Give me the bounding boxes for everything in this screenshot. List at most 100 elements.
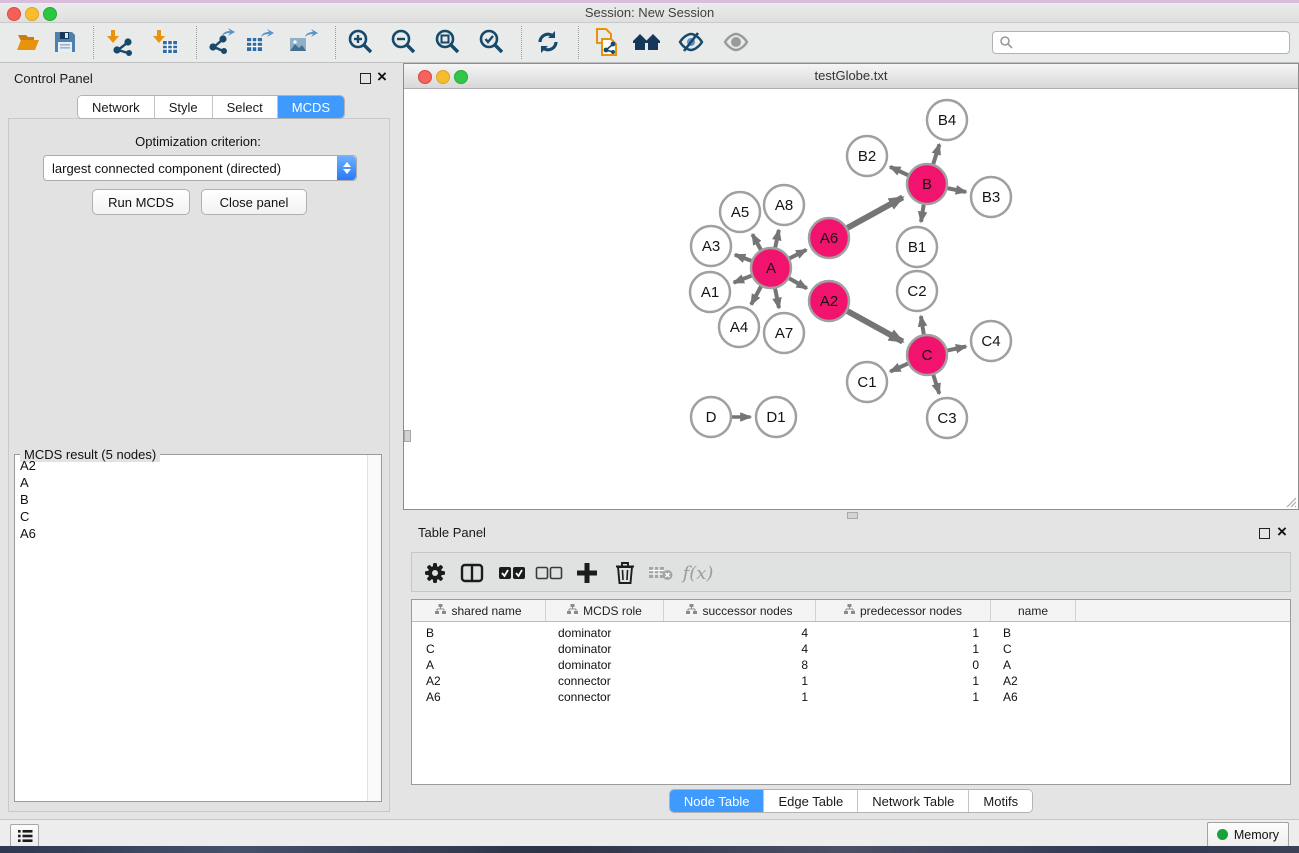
graph-node-A1[interactable]: A1 <box>690 272 730 312</box>
graph-node-A5[interactable]: A5 <box>720 192 760 232</box>
table-cell[interactable]: 0 <box>816 658 991 672</box>
zoom-out-icon[interactable] <box>389 27 419 57</box>
table-cell[interactable]: dominator <box>546 626 664 640</box>
resize-grip-icon[interactable] <box>1284 495 1297 508</box>
export-table-icon[interactable] <box>245 27 275 57</box>
tab-network[interactable]: Network <box>78 96 155 118</box>
network-file-icon[interactable] <box>592 27 622 57</box>
eye-icon[interactable] <box>721 27 751 57</box>
graph-node-C3[interactable]: C3 <box>927 398 967 438</box>
close-panel-icon[interactable]: × <box>377 71 387 83</box>
table-cell[interactable]: A6 <box>991 690 1076 704</box>
table-cell[interactable]: connector <box>546 674 664 688</box>
function-icon[interactable]: f(x) <box>678 558 718 588</box>
table-cell[interactable]: C <box>991 642 1076 656</box>
graph-node-B3[interactable]: B3 <box>971 177 1011 217</box>
tab-select[interactable]: Select <box>213 96 278 118</box>
table-cell[interactable]: 8 <box>664 658 816 672</box>
graph-node-B1[interactable]: B1 <box>897 227 937 267</box>
column-header-shared-name[interactable]: shared name <box>412 600 546 621</box>
export-image-icon[interactable] <box>288 27 318 57</box>
zoom-in-icon[interactable] <box>346 27 376 57</box>
close-table-panel-icon[interactable]: × <box>1277 526 1287 538</box>
table-cell[interactable]: 1 <box>816 642 991 656</box>
run-mcds-button[interactable]: Run MCDS <box>92 189 190 215</box>
trash-icon[interactable] <box>610 558 640 588</box>
table-cell[interactable]: 1 <box>816 626 991 640</box>
graph-node-A4[interactable]: A4 <box>719 307 759 347</box>
table-cell[interactable]: A <box>412 658 546 672</box>
home-icon[interactable] <box>632 27 662 57</box>
table-cell[interactable]: C <box>412 642 546 656</box>
memory-button[interactable]: Memory <box>1207 822 1289 847</box>
graph-node-A[interactable]: A <box>751 248 791 288</box>
tab-style[interactable]: Style <box>155 96 213 118</box>
graph-node-A8[interactable]: A8 <box>764 185 804 225</box>
add-column-icon[interactable] <box>572 558 602 588</box>
tab-node-table[interactable]: Node Table <box>670 790 765 812</box>
hide-icon[interactable] <box>676 27 706 57</box>
graph-node-A3[interactable]: A3 <box>691 226 731 266</box>
float-table-panel-icon[interactable] <box>1259 528 1270 539</box>
tab-motifs[interactable]: Motifs <box>969 790 1032 812</box>
table-cell[interactable]: A <box>991 658 1076 672</box>
graph-node-A6[interactable]: A6 <box>809 218 849 258</box>
result-scrollbar[interactable] <box>367 455 381 801</box>
table-cell[interactable]: A2 <box>412 674 546 688</box>
column-header-predecessor-nodes[interactable]: predecessor nodes <box>816 600 991 621</box>
panel-divider-nub[interactable] <box>847 512 858 519</box>
table-cell[interactable]: 1 <box>664 674 816 688</box>
close-panel-button[interactable]: Close panel <box>201 189 307 215</box>
tab-mcds[interactable]: MCDS <box>278 96 344 118</box>
float-panel-icon[interactable] <box>360 73 371 84</box>
tab-edge-table[interactable]: Edge Table <box>764 790 858 812</box>
table-cell[interactable]: dominator <box>546 642 664 656</box>
columns-icon[interactable] <box>457 558 487 588</box>
tab-network-table[interactable]: Network Table <box>858 790 969 812</box>
graph-node-C4[interactable]: C4 <box>971 321 1011 361</box>
graph-node-B4[interactable]: B4 <box>927 100 967 140</box>
column-header-MCDS-role[interactable]: MCDS role <box>546 600 664 621</box>
table-cell[interactable]: B <box>412 626 546 640</box>
column-header-name[interactable]: name <box>991 600 1076 621</box>
save-session-icon[interactable] <box>50 27 80 57</box>
mcds-result-list[interactable]: A2ABCA6 <box>15 457 368 801</box>
zoom-selected-icon[interactable] <box>477 27 507 57</box>
network-window-titlebar[interactable]: testGlobe.txt <box>404 64 1298 89</box>
export-network-icon[interactable] <box>206 27 236 57</box>
graph-node-A2[interactable]: A2 <box>809 281 849 321</box>
graph-node-C2[interactable]: C2 <box>897 271 937 311</box>
graph-node-C1[interactable]: C1 <box>847 362 887 402</box>
column-header-successor-nodes[interactable]: successor nodes <box>664 600 816 621</box>
criterion-select[interactable]: largest connected component (directed) <box>43 155 357 181</box>
network-canvas[interactable]: B4 B2 B B3 A5A8A6 A3 B1 A A1 C2 A2 A4A7 C4 C C1 D D1 C3 <box>404 89 1298 509</box>
table-cell[interactable]: 1 <box>664 690 816 704</box>
graph-node-B[interactable]: B <box>907 164 947 204</box>
table-cell[interactable]: 4 <box>664 626 816 640</box>
search-input[interactable] <box>1017 34 1289 52</box>
canvas-left-nub[interactable] <box>404 430 411 442</box>
graph-node-A7[interactable]: A7 <box>764 313 804 353</box>
task-history-button[interactable] <box>10 824 39 848</box>
refresh-layout-icon[interactable] <box>533 27 563 57</box>
open-session-icon[interactable] <box>13 27 43 57</box>
delete-table-icon[interactable] <box>646 558 676 588</box>
checked-boxes-icon[interactable] <box>497 558 527 588</box>
table-cell[interactable]: 4 <box>664 642 816 656</box>
search-field[interactable] <box>992 31 1290 54</box>
table-cell[interactable]: 1 <box>816 674 991 688</box>
table-cell[interactable]: A6 <box>412 690 546 704</box>
import-table-icon[interactable] <box>151 27 181 57</box>
table-cell[interactable]: dominator <box>546 658 664 672</box>
table-cell[interactable]: connector <box>546 690 664 704</box>
zoom-fit-icon[interactable] <box>433 27 463 57</box>
table-cell[interactable]: A2 <box>991 674 1076 688</box>
graph-node-D1[interactable]: D1 <box>756 397 796 437</box>
gear-icon[interactable] <box>420 558 450 588</box>
table-cell[interactable]: B <box>991 626 1076 640</box>
import-network-icon[interactable] <box>105 27 135 57</box>
table-cell[interactable]: 1 <box>816 690 991 704</box>
graph-node-C[interactable]: C <box>907 335 947 375</box>
graph-node-D[interactable]: D <box>691 397 731 437</box>
graph-node-B2[interactable]: B2 <box>847 136 887 176</box>
